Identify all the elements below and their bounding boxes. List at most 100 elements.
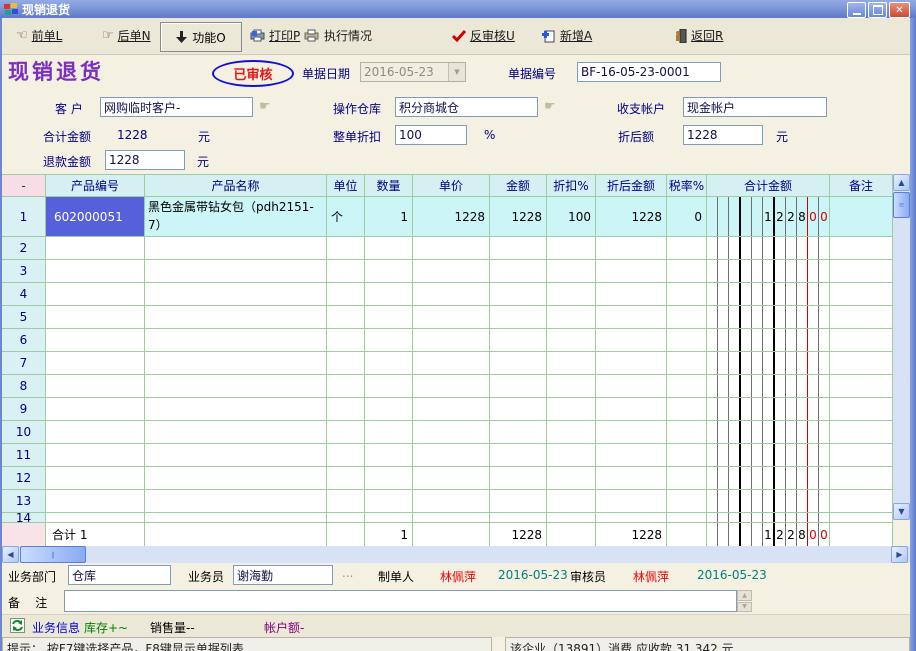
- cell-tax-rate[interactable]: [667, 398, 707, 421]
- row-number[interactable]: 11: [2, 444, 46, 467]
- row-number[interactable]: 3: [2, 260, 46, 283]
- cell-note[interactable]: [830, 352, 893, 375]
- unaudit-button[interactable]: 反审核U: [452, 27, 515, 44]
- row-number[interactable]: 9: [2, 398, 46, 421]
- cell-note[interactable]: [830, 467, 893, 490]
- cell-note[interactable]: [830, 375, 893, 398]
- cell-quantity[interactable]: [365, 467, 413, 490]
- cell-product-name[interactable]: [145, 283, 327, 306]
- cell-note[interactable]: [830, 197, 893, 237]
- cell-product-name[interactable]: [145, 444, 327, 467]
- cell-product-name[interactable]: [145, 306, 327, 329]
- cell-price[interactable]: [413, 283, 490, 306]
- cell-discount[interactable]: [547, 352, 596, 375]
- cell-after-discount[interactable]: [596, 352, 667, 375]
- customer-input[interactable]: [100, 97, 253, 117]
- cell-after-discount[interactable]: [596, 375, 667, 398]
- cell-empty[interactable]: [547, 513, 596, 523]
- cell-after-discount[interactable]: [596, 283, 667, 306]
- cell-discount[interactable]: [547, 283, 596, 306]
- cell-amount[interactable]: [490, 237, 547, 260]
- cell-amount[interactable]: [490, 306, 547, 329]
- cell-unit[interactable]: [327, 421, 365, 444]
- cell-price[interactable]: 1228: [413, 197, 490, 237]
- cell-note[interactable]: [830, 306, 893, 329]
- cell-unit[interactable]: [327, 490, 365, 513]
- scroll-up-icon[interactable]: ▲: [893, 174, 910, 191]
- cell-discount[interactable]: [547, 444, 596, 467]
- row-number[interactable]: 13: [2, 490, 46, 513]
- row-number[interactable]: 7: [2, 352, 46, 375]
- cell-unit[interactable]: [327, 329, 365, 352]
- cell-product-name[interactable]: [145, 467, 327, 490]
- row-number[interactable]: 4: [2, 283, 46, 306]
- cell-ledger-total[interactable]: [707, 490, 830, 513]
- cell-unit[interactable]: [327, 237, 365, 260]
- cell-ledger-total[interactable]: [707, 398, 830, 421]
- cell-amount[interactable]: [490, 260, 547, 283]
- cell-product-name[interactable]: [145, 375, 327, 398]
- cell-product-name[interactable]: [145, 421, 327, 444]
- horizontal-scroll-thumb[interactable]: ∥: [20, 546, 86, 563]
- cell-discount[interactable]: [547, 467, 596, 490]
- cell-tax-rate[interactable]: [667, 306, 707, 329]
- cell-product-code[interactable]: 602000051: [46, 197, 145, 237]
- cell-product-code[interactable]: [46, 237, 145, 260]
- cell-note[interactable]: [830, 513, 893, 523]
- row-number[interactable]: 6: [2, 329, 46, 352]
- cell-after-discount[interactable]: [596, 260, 667, 283]
- cell-discount[interactable]: [547, 421, 596, 444]
- cell-quantity[interactable]: [365, 260, 413, 283]
- cell-after-discount[interactable]: [596, 490, 667, 513]
- cell-product-code[interactable]: [46, 421, 145, 444]
- cell-price[interactable]: [413, 398, 490, 421]
- prev-doc-button[interactable]: ☜ 前单L: [16, 27, 62, 44]
- cell-tax-rate[interactable]: 0: [667, 197, 707, 237]
- cell-product-code[interactable]: [46, 283, 145, 306]
- cell-tax-rate[interactable]: [667, 352, 707, 375]
- cell-amount[interactable]: [490, 467, 547, 490]
- cell-unit[interactable]: [327, 260, 365, 283]
- cell-product-code[interactable]: [46, 398, 145, 421]
- cell-product-name[interactable]: [145, 329, 327, 352]
- cell-price[interactable]: [413, 421, 490, 444]
- cell-note[interactable]: [830, 329, 893, 352]
- cell-unit[interactable]: [327, 398, 365, 421]
- salesman-input[interactable]: [233, 565, 333, 585]
- cell-quantity[interactable]: [365, 398, 413, 421]
- cell-ledger-total[interactable]: [707, 237, 830, 260]
- cell-tax-rate[interactable]: [667, 467, 707, 490]
- cell-product-code[interactable]: [46, 444, 145, 467]
- business-info-button[interactable]: 业务信息: [32, 619, 80, 636]
- return-button[interactable]: 返回R: [674, 27, 723, 44]
- cell-ledger-total[interactable]: [707, 421, 830, 444]
- cell-ledger-total[interactable]: [707, 444, 830, 467]
- cell-unit[interactable]: [327, 306, 365, 329]
- cell-amount[interactable]: [490, 421, 547, 444]
- vertical-scroll-thumb[interactable]: ≡: [893, 192, 910, 218]
- cell-quantity[interactable]: [365, 375, 413, 398]
- row-number[interactable]: 14: [2, 513, 46, 523]
- cell-after-discount[interactable]: [596, 237, 667, 260]
- row-number[interactable]: 10: [2, 421, 46, 444]
- cell-quantity[interactable]: [365, 237, 413, 260]
- cell-discount[interactable]: [547, 375, 596, 398]
- add-new-button[interactable]: 新增A: [542, 27, 592, 44]
- cell-ledger-total[interactable]: 122800: [707, 197, 830, 237]
- cell-product-name[interactable]: [145, 398, 327, 421]
- cell-quantity[interactable]: [365, 283, 413, 306]
- cell-discount[interactable]: [547, 306, 596, 329]
- cell-tax-rate[interactable]: [667, 260, 707, 283]
- cell-tax-rate[interactable]: [667, 329, 707, 352]
- maximize-button[interactable]: [868, 2, 887, 18]
- cell-ledger-total[interactable]: [707, 260, 830, 283]
- cell-amount[interactable]: 1228: [490, 197, 547, 237]
- cell-tax-rate[interactable]: [667, 444, 707, 467]
- cell-after-discount[interactable]: 1228: [596, 197, 667, 237]
- cell-quantity[interactable]: [365, 421, 413, 444]
- cell-price[interactable]: [413, 490, 490, 513]
- cell-note[interactable]: [830, 444, 893, 467]
- cell-product-name[interactable]: [145, 352, 327, 375]
- cell-ledger-total[interactable]: [707, 329, 830, 352]
- after-discount-input[interactable]: [683, 125, 763, 145]
